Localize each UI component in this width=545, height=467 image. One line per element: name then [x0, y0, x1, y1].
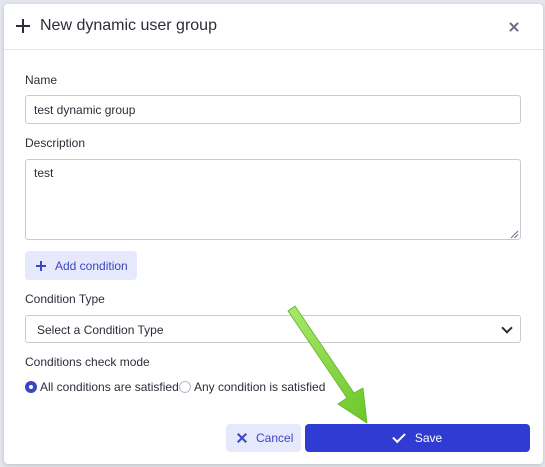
name-label: Name: [25, 73, 58, 87]
condition-type-select[interactable]: Select a Condition Type: [25, 315, 521, 343]
radio-all-label: All conditions are satisfied: [40, 380, 179, 394]
radio-any-condition[interactable]: Any condition is satisfied: [179, 379, 325, 395]
cancel-button[interactable]: Cancel: [226, 424, 301, 452]
dialog-header: New dynamic user group: [4, 4, 543, 50]
name-input[interactable]: [25, 95, 521, 124]
save-button[interactable]: Save: [305, 424, 530, 452]
description-label: Description: [25, 136, 86, 150]
close-icon[interactable]: [507, 20, 521, 34]
radio-button-checked[interactable]: [25, 381, 37, 393]
dialog-title: New dynamic user group: [40, 17, 217, 34]
add-condition-button[interactable]: Add condition: [25, 251, 137, 280]
radio-button-unchecked[interactable]: [179, 381, 191, 393]
condition-type-value: Select a Condition Type: [37, 323, 164, 337]
add-icon: [36, 260, 46, 271]
check-mode-label: Conditions check mode: [25, 355, 150, 369]
plus-icon: [16, 19, 30, 33]
cancel-x-icon: [237, 433, 247, 443]
radio-any-label: Any condition is satisfied: [194, 380, 326, 394]
new-dynamic-user-group-dialog: New dynamic user group Name Description …: [4, 4, 543, 464]
cancel-label: Cancel: [256, 431, 294, 445]
description-textarea[interactable]: test: [25, 159, 521, 240]
resize-grip-icon[interactable]: [510, 230, 519, 239]
save-label: Save: [414, 431, 443, 445]
check-icon: [392, 429, 406, 444]
radio-all-conditions[interactable]: All conditions are satisfied: [25, 379, 179, 395]
condition-type-label: Condition Type: [25, 292, 105, 306]
add-condition-label: Add condition: [55, 258, 128, 273]
chevron-down-icon: [501, 322, 513, 334]
